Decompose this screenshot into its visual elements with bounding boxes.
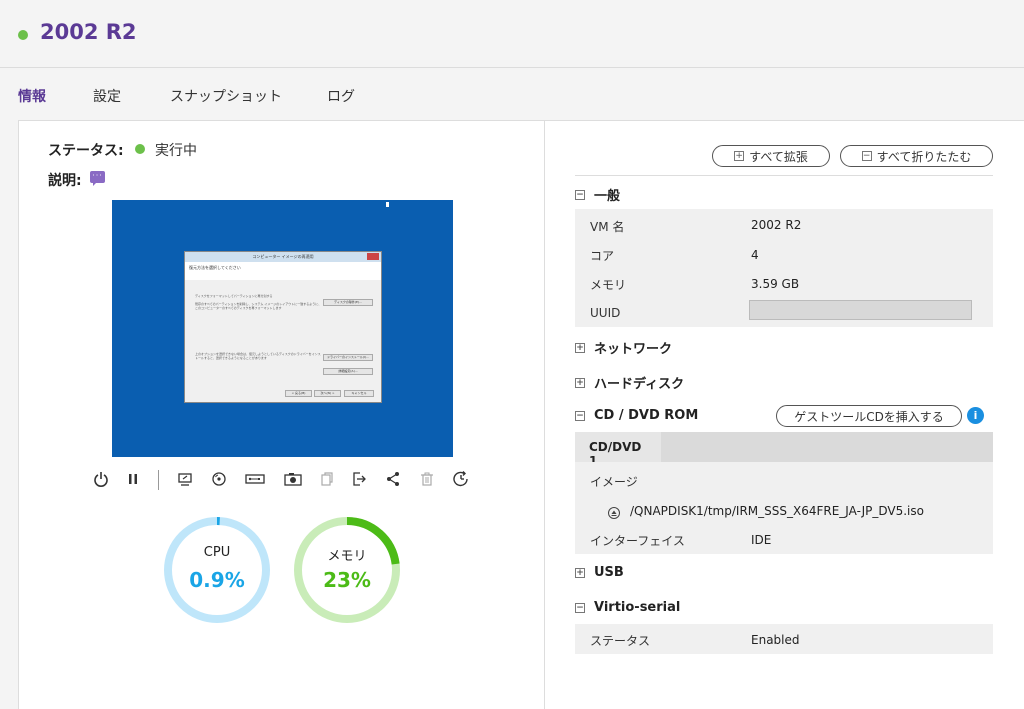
uuid-value [749, 300, 972, 320]
reimage-dialog: コンピューター イメージの再適用 復元方法を選択してください ディスクをフォーマ… [184, 251, 382, 403]
section-harddisk-title: ハードディスク [594, 377, 685, 392]
minus-box-icon: − [861, 151, 872, 161]
panel-divider [544, 120, 545, 709]
memory-row-label: メモリ [590, 278, 627, 292]
virtio-status-value: Enabled [751, 633, 800, 647]
description-label: 説明: [48, 173, 82, 189]
status-value: 実行中 [155, 143, 197, 159]
tab-log[interactable]: ログ [327, 86, 355, 106]
expand-all-button[interactable]: + すべて拡張 [712, 145, 830, 167]
cores-value: 4 [751, 248, 759, 262]
vm-title: 2002 R2 [40, 20, 137, 44]
section-network-title: ネットワーク [594, 342, 673, 357]
cpu-label: CPU [203, 545, 231, 560]
disc-icon[interactable] [208, 468, 230, 490]
right-divider [575, 175, 993, 176]
vm-name-value: 2002 R2 [751, 218, 802, 232]
cpu-value: 0.9% [189, 568, 245, 592]
tab-info[interactable]: 情報 [18, 86, 46, 106]
dialog-close-icon [367, 253, 379, 260]
insert-guest-tools-button[interactable]: ゲストツールCDを挿入する [776, 405, 962, 427]
section-cddvd-title: CD / DVD ROM [594, 408, 699, 423]
page-header: 2002 R2 [0, 0, 1024, 68]
section-virtio[interactable]: − Virtio-serial [575, 600, 680, 615]
cores-label: コア [590, 249, 615, 263]
pause-icon[interactable] [122, 468, 144, 490]
collapse-icon: − [575, 189, 585, 200]
comment-icon[interactable]: ··· [90, 171, 105, 186]
section-general-title: 一般 [594, 189, 621, 204]
memory-value: 23% [323, 568, 371, 592]
share-icon[interactable] [382, 468, 404, 490]
cpu-gauge: CPU 0.9% [163, 516, 271, 624]
eject-icon[interactable] [608, 504, 620, 519]
tab-bar: 情報 設定 スナップショット ログ [0, 80, 1024, 120]
info-icon[interactable]: i [967, 407, 984, 424]
image-label: イメージ [590, 475, 638, 489]
display-icon[interactable] [174, 468, 196, 490]
expand-icon: + [575, 377, 585, 388]
insert-guest-tools-label: ゲストツールCDを挿入する [794, 409, 944, 424]
vm-status-dot [18, 30, 28, 40]
dialog-title: コンピューター イメージの再適用 [185, 252, 381, 262]
collapse-all-label: すべて折りたたむ [876, 149, 972, 164]
expand-icon: + [575, 342, 585, 353]
dialog-exclude-button: ディスクの除外(E)... [323, 299, 373, 306]
trash-icon[interactable] [416, 468, 438, 490]
plus-box-icon: + [734, 151, 745, 161]
tab-settings[interactable]: 設定 [93, 86, 121, 106]
camera-icon[interactable] [282, 468, 304, 490]
power-icon[interactable] [90, 468, 112, 490]
section-network[interactable]: + ネットワーク [575, 338, 672, 357]
uuid-label: UUID [590, 306, 621, 320]
memory-label: メモリ [327, 549, 367, 564]
dialog-body: 既存のすべてのパーティションを削除し、システム イメージのレイアウトに一致するよ… [195, 302, 322, 310]
expand-icon: + [575, 567, 585, 578]
tab-snapshot[interactable]: スナップショット [170, 86, 282, 106]
dialog-cancel-button: キャンセル [344, 390, 374, 397]
usb-icon[interactable] [244, 468, 266, 490]
copy-icon[interactable] [316, 468, 338, 490]
expand-all-label: すべて拡張 [749, 149, 808, 164]
dialog-driver-text: 上のオプションを選択できない場合は、復元しようとしているディスクのドライバーをイ… [195, 352, 321, 360]
export-icon[interactable] [348, 468, 370, 490]
interface-label: インターフェイス [590, 534, 685, 548]
dialog-back-button: < 戻る(B) [285, 390, 312, 397]
section-usb-title: USB [594, 565, 624, 580]
cddvd-tab[interactable]: CD/DVD 1 [575, 432, 661, 468]
dialog-next-button: 次へ(N) > [314, 390, 341, 397]
dialog-title-text: コンピューター イメージの再適用 [252, 254, 314, 259]
virtio-status-label: ステータス [590, 634, 651, 648]
dialog-option: ディスクをフォーマットしてパーティションに再分割する [195, 294, 273, 298]
image-path: /QNAPDISK1/tmp/IRM_SSS_X64FRE_JA-JP_DV5.… [630, 504, 924, 518]
status-label: ステータス: [48, 143, 124, 159]
section-virtio-title: Virtio-serial [594, 600, 681, 615]
dialog-advanced-button: 詳細設定(A)... [323, 368, 373, 375]
running-status-dot [135, 144, 145, 154]
mouse-cursor-icon [386, 202, 389, 207]
vm-toolbar [90, 468, 480, 492]
section-general[interactable]: − 一般 [575, 185, 620, 204]
interface-value: IDE [751, 533, 772, 547]
section-usb[interactable]: + USB [575, 565, 624, 580]
memory-row-value: 3.59 GB [751, 277, 800, 291]
vm-name-label: VM 名 [590, 220, 625, 234]
cddvd-tab-bar [661, 432, 993, 462]
memory-gauge: メモリ 23% [293, 516, 401, 624]
dialog-heading: 復元方法を選択してください [185, 262, 381, 280]
collapse-icon: − [575, 602, 585, 613]
toolbar-separator [158, 470, 159, 490]
section-cddvd[interactable]: − CD / DVD ROM [575, 408, 698, 423]
collapse-all-button[interactable]: − すべて折りたたむ [840, 145, 993, 167]
section-harddisk[interactable]: + ハードディスク [575, 373, 684, 392]
console-preview[interactable]: コンピューター イメージの再適用 復元方法を選択してください ディスクをフォーマ… [112, 200, 453, 457]
schedule-icon[interactable] [450, 468, 472, 490]
collapse-icon: − [575, 410, 585, 421]
dialog-driver-button: ドライバーのインストール(I)... [323, 354, 373, 361]
